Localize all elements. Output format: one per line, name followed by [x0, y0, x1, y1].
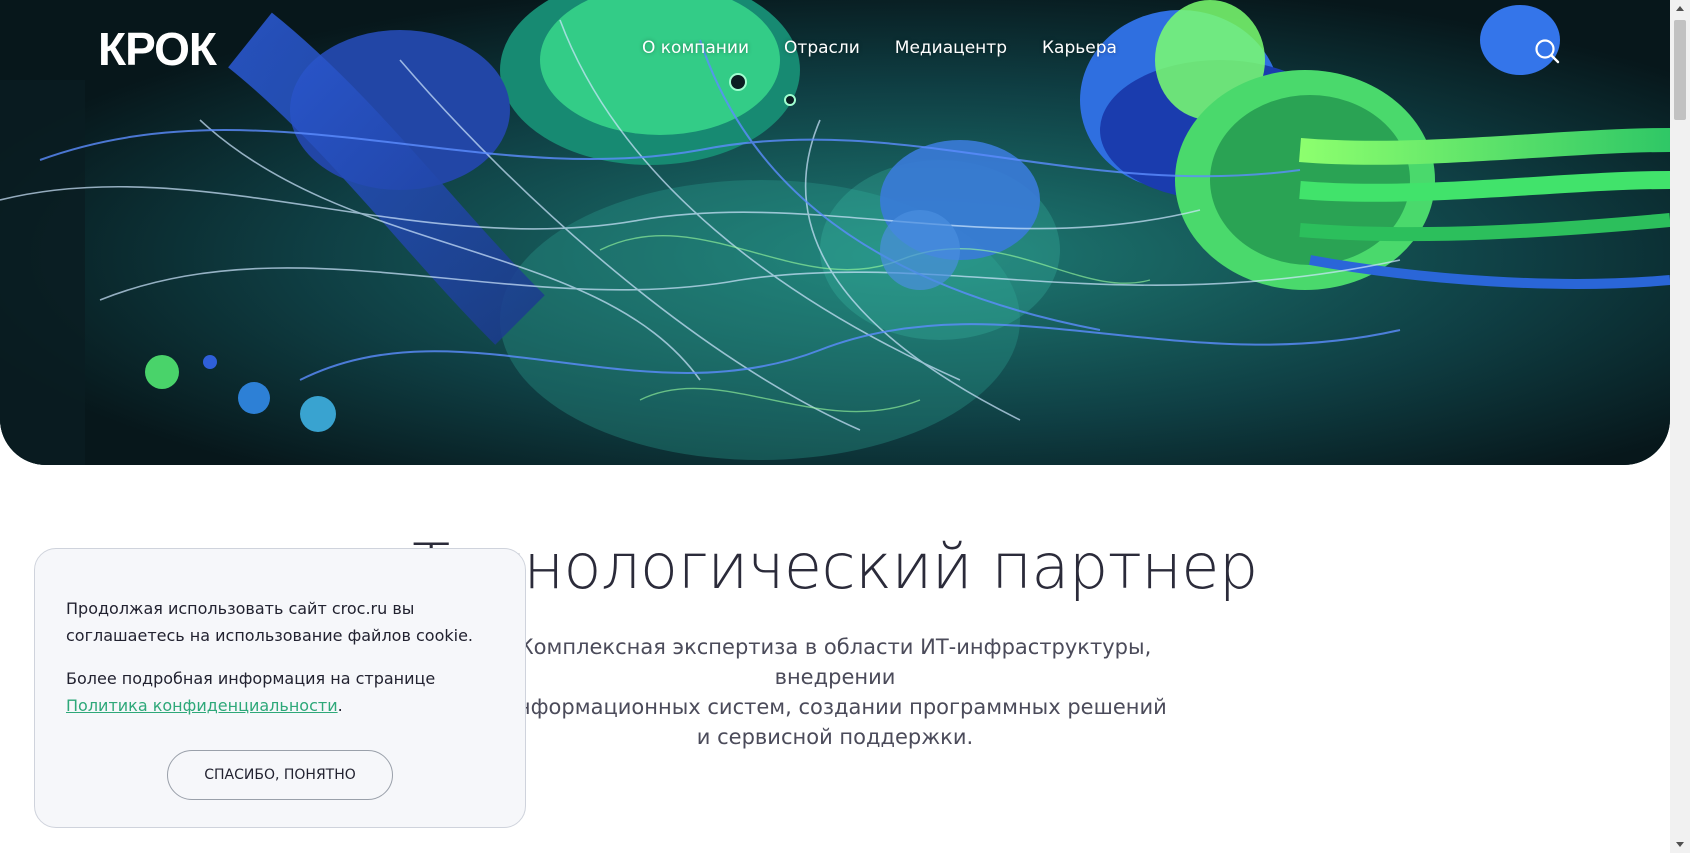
subtitle-line-1-visible: ексная экспертиза в области ИТ-инфрастру… [589, 635, 1152, 689]
subtitle-line-1-hidden: Компл [518, 635, 590, 659]
subtitle-line-3: и сервисной поддержки. [696, 725, 974, 749]
subtitle-line-2-visible: нформационных систем, создании программн… [516, 695, 1167, 719]
cookie-banner: Продолжая использовать сайт croc.ru вы с… [34, 548, 526, 828]
privacy-policy-link[interactable]: Политика конфиденциальности [66, 696, 338, 715]
page-scrollbar[interactable] [1670, 0, 1690, 853]
scroll-down-icon[interactable] [1676, 842, 1684, 847]
cookie-policy-text: Более подробная информация на странице П… [66, 665, 495, 719]
nav-item-media[interactable]: Медиацентр [895, 36, 1007, 60]
cookie-text: Продолжая использовать сайт croc.ru вы с… [66, 599, 473, 645]
main-nav: О компании Отрасли Медиацентр Карьера [642, 36, 1117, 60]
page-subtitle: Комплексная экспертиза в области ИТ-инфр… [485, 632, 1185, 752]
page-title-visible-part: хнологический партнер [487, 530, 1258, 603]
hero-banner: КРОК О компании Отрасли Медиацентр Карье… [0, 0, 1670, 465]
cookie-policy-suffix: . [337, 696, 343, 715]
nav-item-about[interactable]: О компании [642, 36, 749, 60]
search-icon[interactable] [1533, 37, 1561, 65]
page: КРОК О компании Отрасли Медиацентр Карье… [0, 0, 1690, 853]
hero-artwork [0, 0, 1670, 465]
cookie-policy-prefix: Более подробная информация на странице [66, 669, 436, 688]
cookie-accept-button[interactable]: СПАСИБО, ПОНЯТНО [167, 750, 393, 800]
logo[interactable]: КРОК [98, 26, 217, 72]
subtitle-line-1: Комплексная экспертиза в области ИТ-инфр… [485, 632, 1185, 692]
scrollbar-thumb[interactable] [1674, 20, 1686, 120]
nav-item-career[interactable]: Карьера [1042, 36, 1117, 60]
nav-item-industries[interactable]: Отрасли [784, 36, 860, 60]
scroll-up-icon[interactable] [1676, 6, 1684, 11]
subtitle-line-2: информационных систем, создании программ… [485, 692, 1185, 722]
